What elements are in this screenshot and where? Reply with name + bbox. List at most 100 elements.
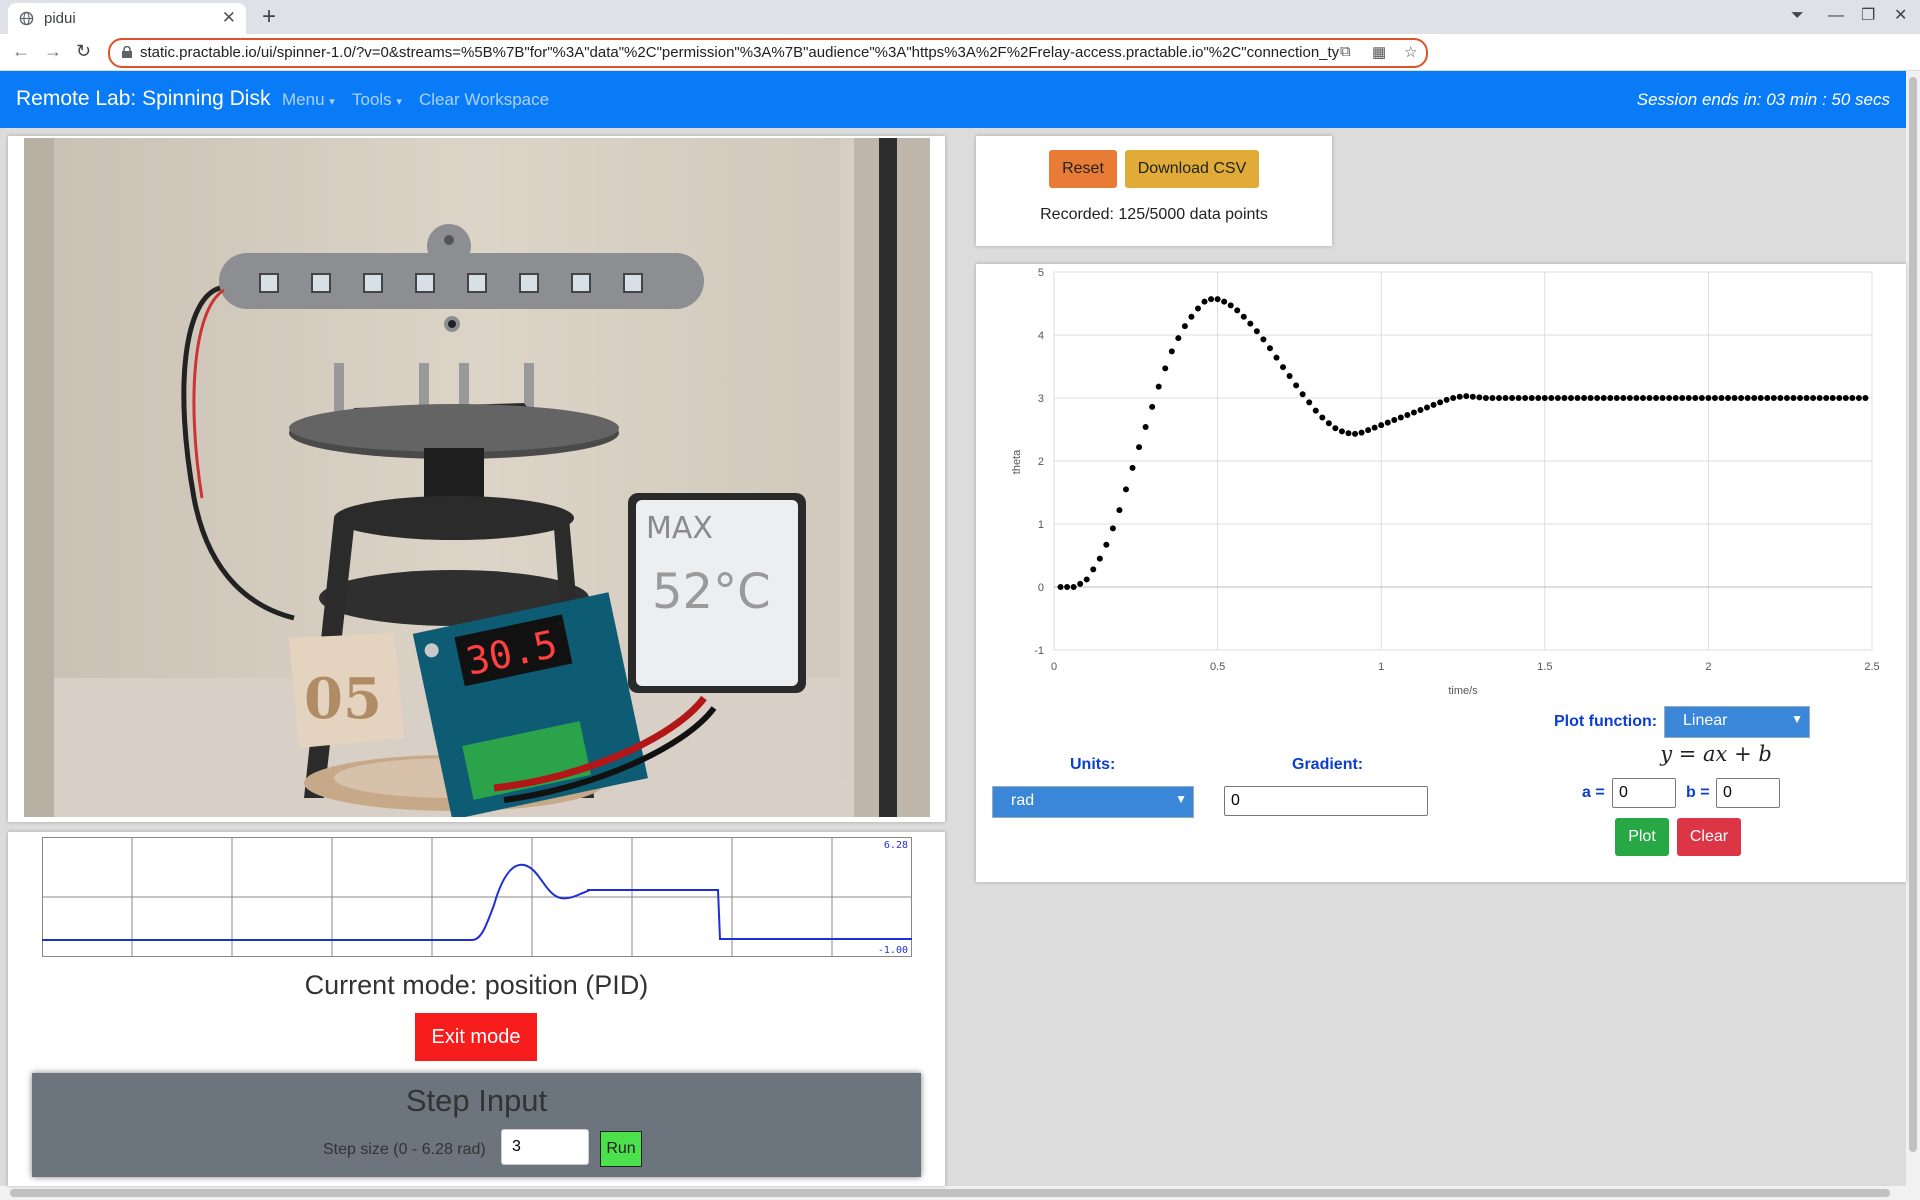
back-icon[interactable]: ← xyxy=(12,40,30,62)
chevron-down-icon: ▼ xyxy=(1175,792,1187,806)
data-point xyxy=(1194,305,1201,312)
minimize-icon[interactable]: — xyxy=(1828,7,1844,25)
reset-button[interactable]: Reset xyxy=(1049,150,1117,188)
data-point xyxy=(1057,584,1064,590)
data-point xyxy=(1744,395,1751,401)
data-point xyxy=(1554,395,1561,401)
data-point xyxy=(1770,395,1777,401)
data-point xyxy=(1463,393,1470,400)
data-point xyxy=(1757,395,1764,401)
data-point xyxy=(1260,336,1267,343)
data-point xyxy=(1751,395,1758,401)
step-input-box: Step Input Step size (0 - 6.28 rad) Run xyxy=(32,1073,921,1177)
data-point xyxy=(1430,401,1437,408)
data-point xyxy=(1253,328,1260,335)
data-point xyxy=(1849,395,1856,401)
data-point xyxy=(1352,430,1359,437)
video-panel: MAX 52°C 05 30.5 xyxy=(8,136,945,822)
live-position-chart: 6.28 -1.00 xyxy=(42,837,912,957)
data-point xyxy=(1541,395,1548,401)
menu-dropdown[interactable]: Menu ▾ xyxy=(282,90,335,110)
data-point xyxy=(1378,422,1385,429)
y-tick-label: -1 xyxy=(1034,645,1044,657)
vertical-scrollbar[interactable] xyxy=(1906,71,1920,1200)
app-navbar: Remote Lab: Spinning Disk Menu ▾ Tools ▾… xyxy=(0,71,1906,128)
data-point xyxy=(1332,425,1339,432)
scrollbar-thumb[interactable] xyxy=(10,1189,1890,1197)
data-point xyxy=(1495,395,1502,401)
data-point xyxy=(1365,427,1372,434)
data-point xyxy=(1391,417,1398,424)
plot-button[interactable]: Plot xyxy=(1615,818,1669,856)
data-point xyxy=(1646,395,1653,401)
b-input[interactable] xyxy=(1716,778,1780,808)
data-point xyxy=(1666,395,1673,401)
data-point xyxy=(1855,395,1862,401)
data-point xyxy=(1273,354,1280,361)
exit-mode-button[interactable]: Exit mode xyxy=(415,1013,537,1061)
data-point xyxy=(1797,395,1804,401)
clear-button[interactable]: Clear xyxy=(1677,818,1741,856)
data-point xyxy=(1482,395,1489,401)
close-window-icon[interactable]: ✕ xyxy=(1894,7,1907,25)
step-size-input[interactable] xyxy=(501,1129,589,1165)
data-point xyxy=(1561,395,1568,401)
horizontal-scrollbar[interactable] xyxy=(0,1186,1906,1200)
data-point xyxy=(1816,395,1823,401)
a-input[interactable] xyxy=(1612,778,1676,808)
profile-icon[interactable]: ⏷ xyxy=(1791,7,1804,25)
chart-points xyxy=(1057,296,1869,590)
tab-title: pidui xyxy=(44,10,76,27)
data-point xyxy=(1280,364,1287,371)
scrollbar-thumb[interactable] xyxy=(1909,77,1917,1152)
address-bar[interactable]: static.practable.io/ui/spinner-1.0/?v=0&… xyxy=(108,38,1428,68)
data-point xyxy=(1286,372,1293,379)
clear-workspace-link[interactable]: Clear Workspace xyxy=(419,90,549,110)
data-point xyxy=(1698,395,1705,401)
browser-tab[interactable]: pidui ✕ xyxy=(8,3,246,34)
data-point xyxy=(1345,430,1352,437)
tools-dropdown[interactable]: Tools ▾ xyxy=(352,90,402,110)
download-csv-button[interactable]: Download CSV xyxy=(1125,150,1259,188)
x-tick-label: 2.5 xyxy=(1864,661,1879,673)
plot-function-select[interactable]: Linear ▼ xyxy=(1664,706,1810,738)
data-point xyxy=(1293,382,1300,389)
close-icon[interactable]: ✕ xyxy=(222,8,236,28)
gradient-input[interactable] xyxy=(1224,786,1428,816)
star-icon[interactable]: ☆ xyxy=(1404,43,1417,61)
data-point xyxy=(1456,393,1463,400)
units-select[interactable]: rad ▼ xyxy=(992,786,1194,818)
cast-icon[interactable]: ⧉ xyxy=(1340,43,1351,60)
chart-max-label: 6.28 xyxy=(884,840,908,851)
reload-icon[interactable]: ↻ xyxy=(76,40,91,62)
x-tick-label: 1 xyxy=(1378,661,1384,673)
svg-text:05: 05 xyxy=(304,666,382,732)
data-point xyxy=(1731,395,1738,401)
brand-title[interactable]: Remote Lab: Spinning Disk xyxy=(16,87,270,111)
data-point xyxy=(1109,525,1116,532)
chart-ticks: 0 0.5 1 1.5 2 2.5 -1 0 1 2 3 4 5 xyxy=(1034,267,1879,673)
forward-icon[interactable]: → xyxy=(44,40,62,62)
restore-icon[interactable]: ❐ xyxy=(1861,7,1875,25)
browser-toolbar: ← → ↻ static.practable.io/ui/spinner-1.0… xyxy=(0,34,1920,71)
svg-text:MAX: MAX xyxy=(646,511,713,546)
run-button[interactable]: Run xyxy=(600,1131,642,1167)
step-size-label: Step size (0 - 6.28 rad) xyxy=(323,1141,486,1158)
data-point xyxy=(1777,395,1784,401)
data-point xyxy=(1620,395,1627,401)
data-point xyxy=(1587,395,1594,401)
plot-function-label: Plot function: xyxy=(1554,713,1658,730)
svg-text:52°C: 52°C xyxy=(652,564,771,620)
data-point xyxy=(1783,395,1790,401)
data-point xyxy=(1613,395,1620,401)
globe-icon xyxy=(19,11,34,26)
data-point xyxy=(1208,296,1215,303)
qr-icon[interactable]: ▦ xyxy=(1372,43,1386,61)
data-point xyxy=(1136,444,1143,451)
browser-tab-strip: pidui ✕ + ⏷ — ❐ ✕ xyxy=(0,0,1920,34)
data-point xyxy=(1155,383,1162,390)
data-point xyxy=(1325,420,1332,427)
plus-icon[interactable]: + xyxy=(262,3,276,31)
data-point xyxy=(1338,428,1345,435)
data-point xyxy=(1096,555,1103,562)
